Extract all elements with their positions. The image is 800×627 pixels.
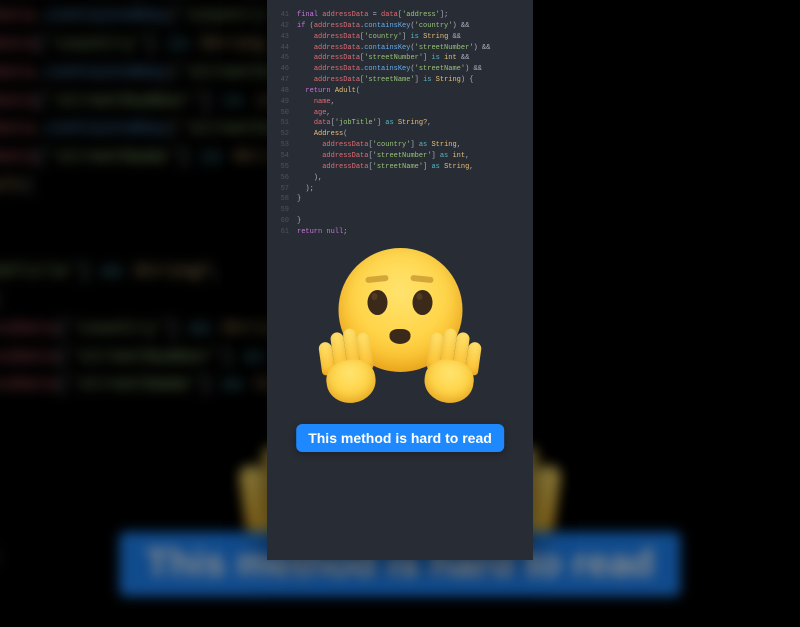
code-content: addressData['streetName'] as String, xyxy=(297,162,533,173)
code-content: final addressData = data['address']; xyxy=(297,10,533,21)
line-number: 53 xyxy=(267,140,297,151)
line-number: 43 xyxy=(267,32,297,43)
code-content: } xyxy=(297,194,533,205)
line-number: 51 xyxy=(267,118,297,129)
center-panel: 41final addressData = data['address'];42… xyxy=(267,0,533,560)
code-content: data['jobTitle'] as String?, xyxy=(297,118,533,129)
face-with-open-hands-icon xyxy=(323,248,478,403)
code-line: 54 addressData['streetNumber'] as int, xyxy=(267,151,533,162)
line-number: 44 xyxy=(267,43,297,54)
code-content: ), xyxy=(297,173,533,184)
code-content: age, xyxy=(297,108,533,119)
line-number: 58 xyxy=(267,194,297,205)
code-content: ); xyxy=(297,184,533,195)
code-line: 48 return Adult( xyxy=(267,86,533,97)
line-number: 57 xyxy=(267,184,297,195)
code-line: 57 ); xyxy=(267,184,533,195)
line-number: 56 xyxy=(267,173,297,184)
code-line: 49 name, xyxy=(267,97,533,108)
line-number: 52 xyxy=(267,129,297,140)
code-line: 50 age, xyxy=(267,108,533,119)
code-line: 51 data['jobTitle'] as String?, xyxy=(267,118,533,129)
code-line: 45 addressData['streetNumber'] is int && xyxy=(267,53,533,64)
code-line: 47 addressData['streetName'] is String) … xyxy=(267,75,533,86)
code-content: addressData.containsKey('streetNumber') … xyxy=(297,43,533,54)
code-content: Address( xyxy=(297,129,533,140)
code-content xyxy=(297,205,533,216)
video-frame: 41final addressData = data['address'];42… xyxy=(0,0,800,560)
code-content: addressData['country'] as String, xyxy=(297,140,533,151)
code-line: 52 Address( xyxy=(267,129,533,140)
code-line: 58} xyxy=(267,194,533,205)
line-number: 45 xyxy=(267,53,297,64)
line-number: 50 xyxy=(267,108,297,119)
line-number: 49 xyxy=(267,97,297,108)
line-number: 48 xyxy=(267,86,297,97)
code-line: 44 addressData.containsKey('streetNumber… xyxy=(267,43,533,54)
code-line: 56 ), xyxy=(267,173,533,184)
line-number: 54 xyxy=(267,151,297,162)
line-number: 41 xyxy=(267,10,297,21)
code-content: addressData['streetName'] is String) { xyxy=(297,75,533,86)
line-number: 60 xyxy=(267,216,297,227)
code-content: name, xyxy=(297,97,533,108)
code-line: 59 xyxy=(267,205,533,216)
line-number: 47 xyxy=(267,75,297,86)
code-line: 53 addressData['country'] as String, xyxy=(267,140,533,151)
code-content: addressData['streetNumber'] is int && xyxy=(297,53,533,64)
code-line: 42if (addressData.containsKey('country')… xyxy=(267,21,533,32)
code-line: 61return null; xyxy=(267,227,533,238)
code-content: addressData.containsKey('streetName') && xyxy=(297,64,533,75)
code-content: } xyxy=(297,216,533,227)
code-content: return null; xyxy=(297,227,533,238)
line-number: 46 xyxy=(267,64,297,75)
code-content: return Adult( xyxy=(297,86,533,97)
emoji-overlay xyxy=(323,248,478,403)
caption-chip: This method is hard to read xyxy=(296,424,504,452)
line-number: 59 xyxy=(267,205,297,216)
code-editor: 41final addressData = data['address'];42… xyxy=(267,0,533,238)
line-number: 61 xyxy=(267,227,297,238)
code-line: 46 addressData.containsKey('streetName')… xyxy=(267,64,533,75)
code-content: addressData['streetNumber'] as int, xyxy=(297,151,533,162)
code-line: 43 addressData['country'] is String && xyxy=(267,32,533,43)
line-number: 55 xyxy=(267,162,297,173)
line-number: 42 xyxy=(267,21,297,32)
code-content: addressData['country'] is String && xyxy=(297,32,533,43)
code-content: if (addressData.containsKey('country') &… xyxy=(297,21,533,32)
code-line: 55 addressData['streetName'] as String, xyxy=(267,162,533,173)
code-line: 60} xyxy=(267,216,533,227)
code-line: 41final addressData = data['address']; xyxy=(267,10,533,21)
